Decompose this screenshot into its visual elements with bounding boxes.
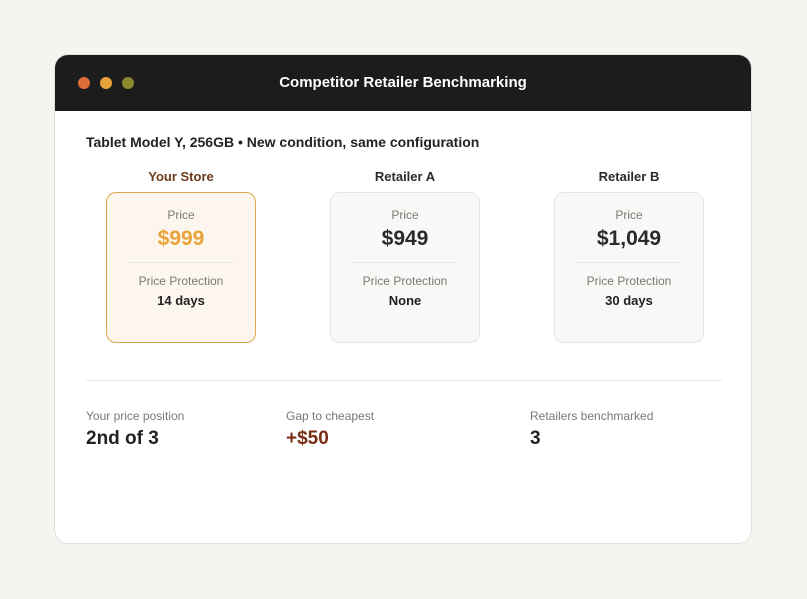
- price-protection-label: Price Protection: [362, 274, 448, 288]
- section-divider: [86, 380, 722, 381]
- card-divider: [576, 262, 682, 263]
- stat-retailers-benchmarked: Retailers benchmarked 3: [530, 409, 653, 450]
- retailer-card-your-store[interactable]: Price $999 Price Protection 14 days: [106, 192, 256, 343]
- price-value: $999: [157, 227, 205, 250]
- retailer-column-retailer-b: Retailer B Price $1,049 Price Protection…: [554, 169, 704, 343]
- retailer-name: Retailer B: [598, 169, 660, 184]
- price-label: Price: [615, 208, 643, 222]
- stat-label: Retailers benchmarked: [530, 409, 654, 423]
- retailer-card-retailer-a[interactable]: Price $949 Price Protection None: [330, 192, 480, 343]
- retailer-column-retailer-a: Retailer A Price $949 Price Protection N…: [330, 169, 480, 343]
- price-label: Price: [167, 208, 195, 222]
- card-divider: [128, 262, 234, 263]
- benchmark-window: Competitor Retailer Benchmarking Tablet …: [54, 54, 752, 544]
- stat-label: Your price position: [86, 409, 185, 423]
- price-protection-label: Price Protection: [138, 274, 224, 288]
- window-title: Competitor Retailer Benchmarking: [279, 74, 527, 91]
- card-divider: [352, 262, 458, 263]
- stat-price-position: Your price position 2nd of 3: [86, 409, 184, 450]
- stat-label: Gap to cheapest: [286, 409, 375, 423]
- stat-value: 3: [530, 428, 541, 449]
- retailer-column-your-store: Your Store Price $999 Price Protection 1…: [106, 169, 256, 343]
- price-value: $1,049: [596, 227, 662, 250]
- price-protection-label: Price Protection: [586, 274, 672, 288]
- product-subtitle: Tablet Model Y, 256GB • New condition, s…: [86, 134, 480, 150]
- stat-gap-to-cheapest: Gap to cheapest +$50: [286, 409, 374, 450]
- title-bar: Competitor Retailer Benchmarking: [55, 55, 751, 111]
- retailer-name: Retailer A: [374, 169, 436, 184]
- price-label: Price: [391, 208, 419, 222]
- price-value: $949: [381, 227, 429, 250]
- stat-value: +$50: [286, 428, 329, 449]
- stat-value: 2nd of 3: [86, 428, 159, 449]
- price-protection-value: 30 days: [605, 293, 653, 308]
- retailer-card-retailer-b[interactable]: Price $1,049 Price Protection 30 days: [554, 192, 704, 343]
- price-protection-value: 14 days: [157, 293, 205, 308]
- price-protection-value: None: [388, 293, 422, 308]
- retailer-name: Your Store: [148, 169, 214, 184]
